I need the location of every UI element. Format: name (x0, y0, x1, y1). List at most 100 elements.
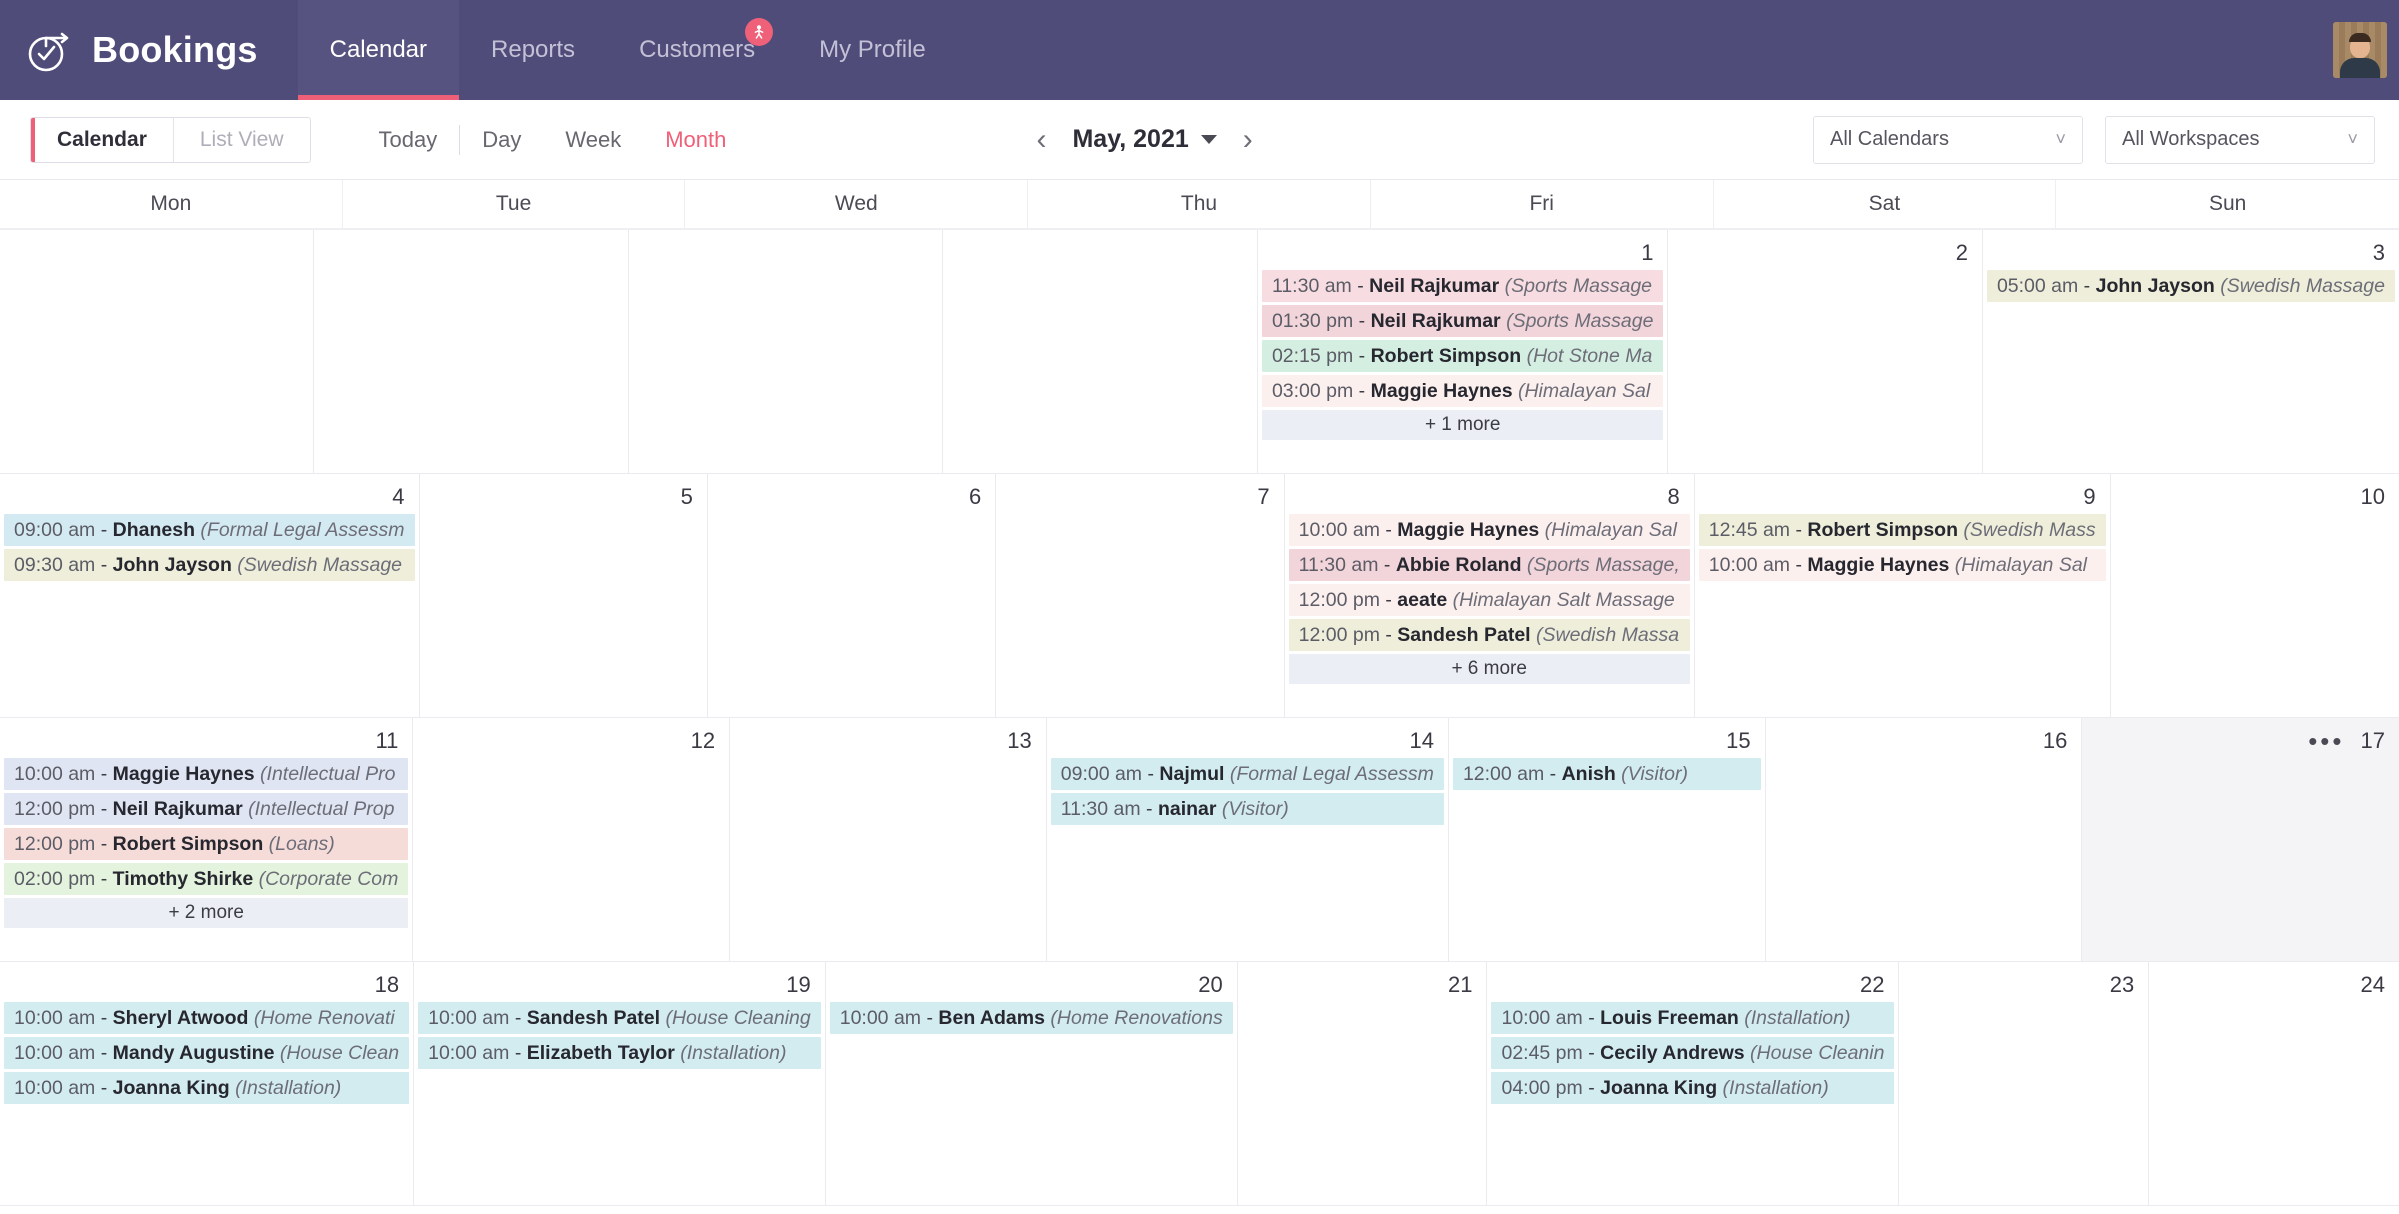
day-cell[interactable]: 4 09:00 am - Dhanesh (Formal Legal Assess… (0, 474, 420, 717)
day-cell[interactable]: 2 (1668, 230, 1983, 473)
event-customer-name: Joanna King (112, 1077, 230, 1099)
day-cell[interactable] (943, 230, 1258, 473)
chevron-left-icon[interactable]: ‹ (1020, 119, 1062, 161)
calendar-event[interactable]: 10:00 am - Louis Freeman (Installation) (1491, 1002, 1895, 1034)
more-events-link[interactable]: + 2 more (4, 898, 409, 928)
event-time: 10:00 am (1298, 519, 1380, 541)
calendar-event[interactable]: 12:00 am - Anish (Visitor) (1452, 758, 1761, 790)
nav-item-my-profile[interactable]: My Profile (787, 0, 958, 100)
view-toggle-list[interactable]: List View (173, 117, 310, 162)
day-cell[interactable]: 14 09:00 am - Najmul (Formal Legal Assess… (1047, 718, 1449, 961)
calendar-event[interactable]: 04:00 pm - Joanna King (Installation) (1491, 1072, 1895, 1104)
day-cell[interactable]: 7 (996, 474, 1285, 717)
calendar-event[interactable]: 12:45 am - Robert Simpson (Swedish Mass (1698, 514, 2106, 546)
calendar-event[interactable]: 10:00 am - Sandesh Patel (House Cleaning (418, 1002, 821, 1034)
day-cell[interactable]: 20 10:00 am - Ben Adams (Home Renovations (826, 962, 1238, 1205)
calendar-event[interactable]: 12:00 pm - Sandesh Patel (Swedish Massa (1288, 619, 1690, 651)
day-cell[interactable]: 1 11:30 am - Neil Rajkumar (Sports Massag… (1258, 230, 1669, 473)
month-button[interactable]: Month (643, 127, 748, 153)
day-cell[interactable] (0, 230, 315, 473)
calendar-event[interactable]: 11:30 am - nainar (Visitor) (1050, 793, 1444, 825)
day-cell[interactable]: 24 (2149, 962, 2399, 1205)
event-customer-name: Robert Simpson (1807, 519, 1958, 541)
month-year-selector[interactable]: May, 2021 (1072, 125, 1217, 154)
calendar-event[interactable]: 12:00 pm - Neil Rajkumar (Intellectual P… (4, 793, 409, 825)
calendar-event[interactable]: 01:30 pm - Neil Rajkumar (Sports Massage (1261, 305, 1664, 337)
event-time: 05:00 am (1996, 275, 2079, 297)
weekday-fri: Fri (1371, 180, 1714, 228)
chevron-right-icon[interactable]: › (1227, 119, 1269, 161)
day-cell[interactable]: 10 (2111, 474, 2399, 717)
calendar-event[interactable]: 09:00 am - Dhanesh (Formal Legal Assessm (4, 514, 415, 546)
day-cell[interactable]: 18 10:00 am - Sheryl Atwood (Home Renovat… (0, 962, 415, 1205)
workspace-filter-value: All Workspaces (2122, 128, 2260, 150)
avatar[interactable] (2333, 22, 2387, 78)
calendar-event[interactable]: 10:00 am - Mandy Augustine (House Clean (4, 1037, 410, 1069)
calendar-event[interactable]: 10:00 am - Elizabeth Taylor (Installatio… (418, 1037, 821, 1069)
nav-item-calendar[interactable]: Calendar (297, 0, 460, 100)
day-number: 11 (375, 728, 399, 753)
calendar-event[interactable]: 03:00 pm - Maggie Haynes (Himalayan Sal (1261, 375, 1664, 407)
calendar-filter-select[interactable]: All Calendars ˅ (1813, 115, 2083, 164)
calendar-week-row: 18 10:00 am - Sheryl Atwood (Home Renovat… (0, 962, 2399, 1206)
day-button[interactable]: Day (460, 127, 543, 153)
calendar-event[interactable]: 10:00 am - Maggie Haynes (Himalayan Sal (1698, 549, 2106, 581)
calendar-event[interactable]: 09:30 am - John Jayson (Swedish Massage (4, 549, 415, 581)
more-events-link[interactable]: + 1 more (1261, 410, 1664, 440)
calendar-event[interactable]: 10:00 am - Sheryl Atwood (Home Renovati (4, 1002, 410, 1034)
calendar-event[interactable]: 10:00 am - Maggie Haynes (Intellectual P… (4, 758, 409, 790)
day-cell[interactable]: 6 (708, 474, 997, 717)
calendar-event[interactable]: 11:30 am - Abbie Roland (Sports Massage, (1288, 549, 1690, 581)
day-cell[interactable]: 9 12:45 am - Robert Simpson (Swedish Mass… (1695, 474, 2111, 717)
view-toggle-calendar[interactable]: Calendar (31, 117, 173, 162)
event-customer-name: Neil Rajkumar (1370, 310, 1501, 332)
day-cell[interactable]: 23 (1899, 962, 2150, 1205)
day-cell[interactable]: 3 05:00 am - John Jayson (Swedish Massage (1983, 230, 2399, 473)
day-number-row: 16 (1766, 726, 2082, 756)
day-cell[interactable]: 21 (1238, 962, 1488, 1205)
calendar-event[interactable]: 02:00 pm - Timothy Shirke (Corporate Com (4, 863, 409, 895)
day-number-row: 11 (0, 726, 412, 756)
brand: Bookings (0, 0, 298, 100)
day-cell[interactable]: 16 (1766, 718, 2083, 961)
event-time: 09:00 am (14, 519, 96, 541)
event-customer-name: Elizabeth Taylor (526, 1042, 675, 1064)
filter-selects: All Calendars ˅ All Workspaces ˅ (1813, 115, 2375, 164)
day-number: 23 (2109, 972, 2135, 997)
event-list: 10:00 am - Ben Adams (Home Renovations (826, 1002, 1237, 1034)
event-separator: - (1353, 345, 1371, 367)
calendar-event[interactable]: 10:00 am - Ben Adams (Home Renovations (829, 1002, 1233, 1034)
calendar-event[interactable]: 05:00 am - John Jayson (Swedish Massage (1986, 270, 2395, 302)
day-cell[interactable]: 22 10:00 am - Louis Freeman (Installation… (1487, 962, 1900, 1205)
workspace-filter-select[interactable]: All Workspaces ˅ (2105, 115, 2375, 164)
day-cell[interactable]: 19 10:00 am - Sandesh Patel (House Cleani… (414, 962, 826, 1205)
day-cell[interactable]: 13 (730, 718, 1047, 961)
event-separator: - (95, 798, 113, 820)
calendar-event[interactable]: 02:45 pm - Cecily Andrews (House Cleanin (1491, 1037, 1895, 1069)
calendar-event[interactable]: 10:00 am - Joanna King (Installation) (4, 1072, 410, 1104)
day-cell[interactable]: ••• 17 (2082, 718, 2399, 961)
more-events-link[interactable]: + 6 more (1288, 654, 1690, 684)
week-button[interactable]: Week (543, 127, 643, 153)
calendar-event[interactable]: 12:00 pm - Robert Simpson (Loans) (4, 828, 409, 860)
day-cell[interactable]: 12 (413, 718, 731, 961)
event-service: (Visitor) (1615, 763, 1688, 785)
day-cell[interactable]: 8 10:00 am - Maggie Haynes (Himalayan Sal… (1285, 474, 1695, 717)
day-cell[interactable]: 15 12:00 am - Anish (Visitor) (1449, 718, 1766, 961)
day-cell[interactable]: 11 10:00 am - Maggie Haynes (Intellectual… (0, 718, 414, 961)
day-number: 15 (1726, 728, 1751, 753)
nav-item-customers[interactable]: Customers (607, 0, 787, 100)
day-number-row: 2 (1668, 238, 1981, 268)
calendar-event[interactable]: 12:00 pm - aeate (Himalayan Salt Massage (1288, 584, 1690, 616)
calendar-event[interactable]: 10:00 am - Maggie Haynes (Himalayan Sal (1288, 514, 1690, 546)
today-button[interactable]: Today (357, 127, 460, 153)
calendar-event[interactable]: 09:00 am - Najmul (Formal Legal Assessm (1050, 758, 1444, 790)
calendar-event[interactable]: 02:15 pm - Robert Simpson (Hot Stone Ma (1261, 340, 1664, 372)
day-cell[interactable] (629, 230, 944, 473)
day-cell[interactable]: 5 (420, 474, 708, 717)
nav-item-reports[interactable]: Reports (459, 0, 607, 100)
calendar-event[interactable]: 11:30 am - Neil Rajkumar (Sports Massage (1261, 270, 1664, 302)
day-number: 14 (1409, 728, 1434, 753)
more-options-icon[interactable]: ••• (2308, 728, 2344, 754)
day-cell[interactable] (314, 230, 629, 473)
